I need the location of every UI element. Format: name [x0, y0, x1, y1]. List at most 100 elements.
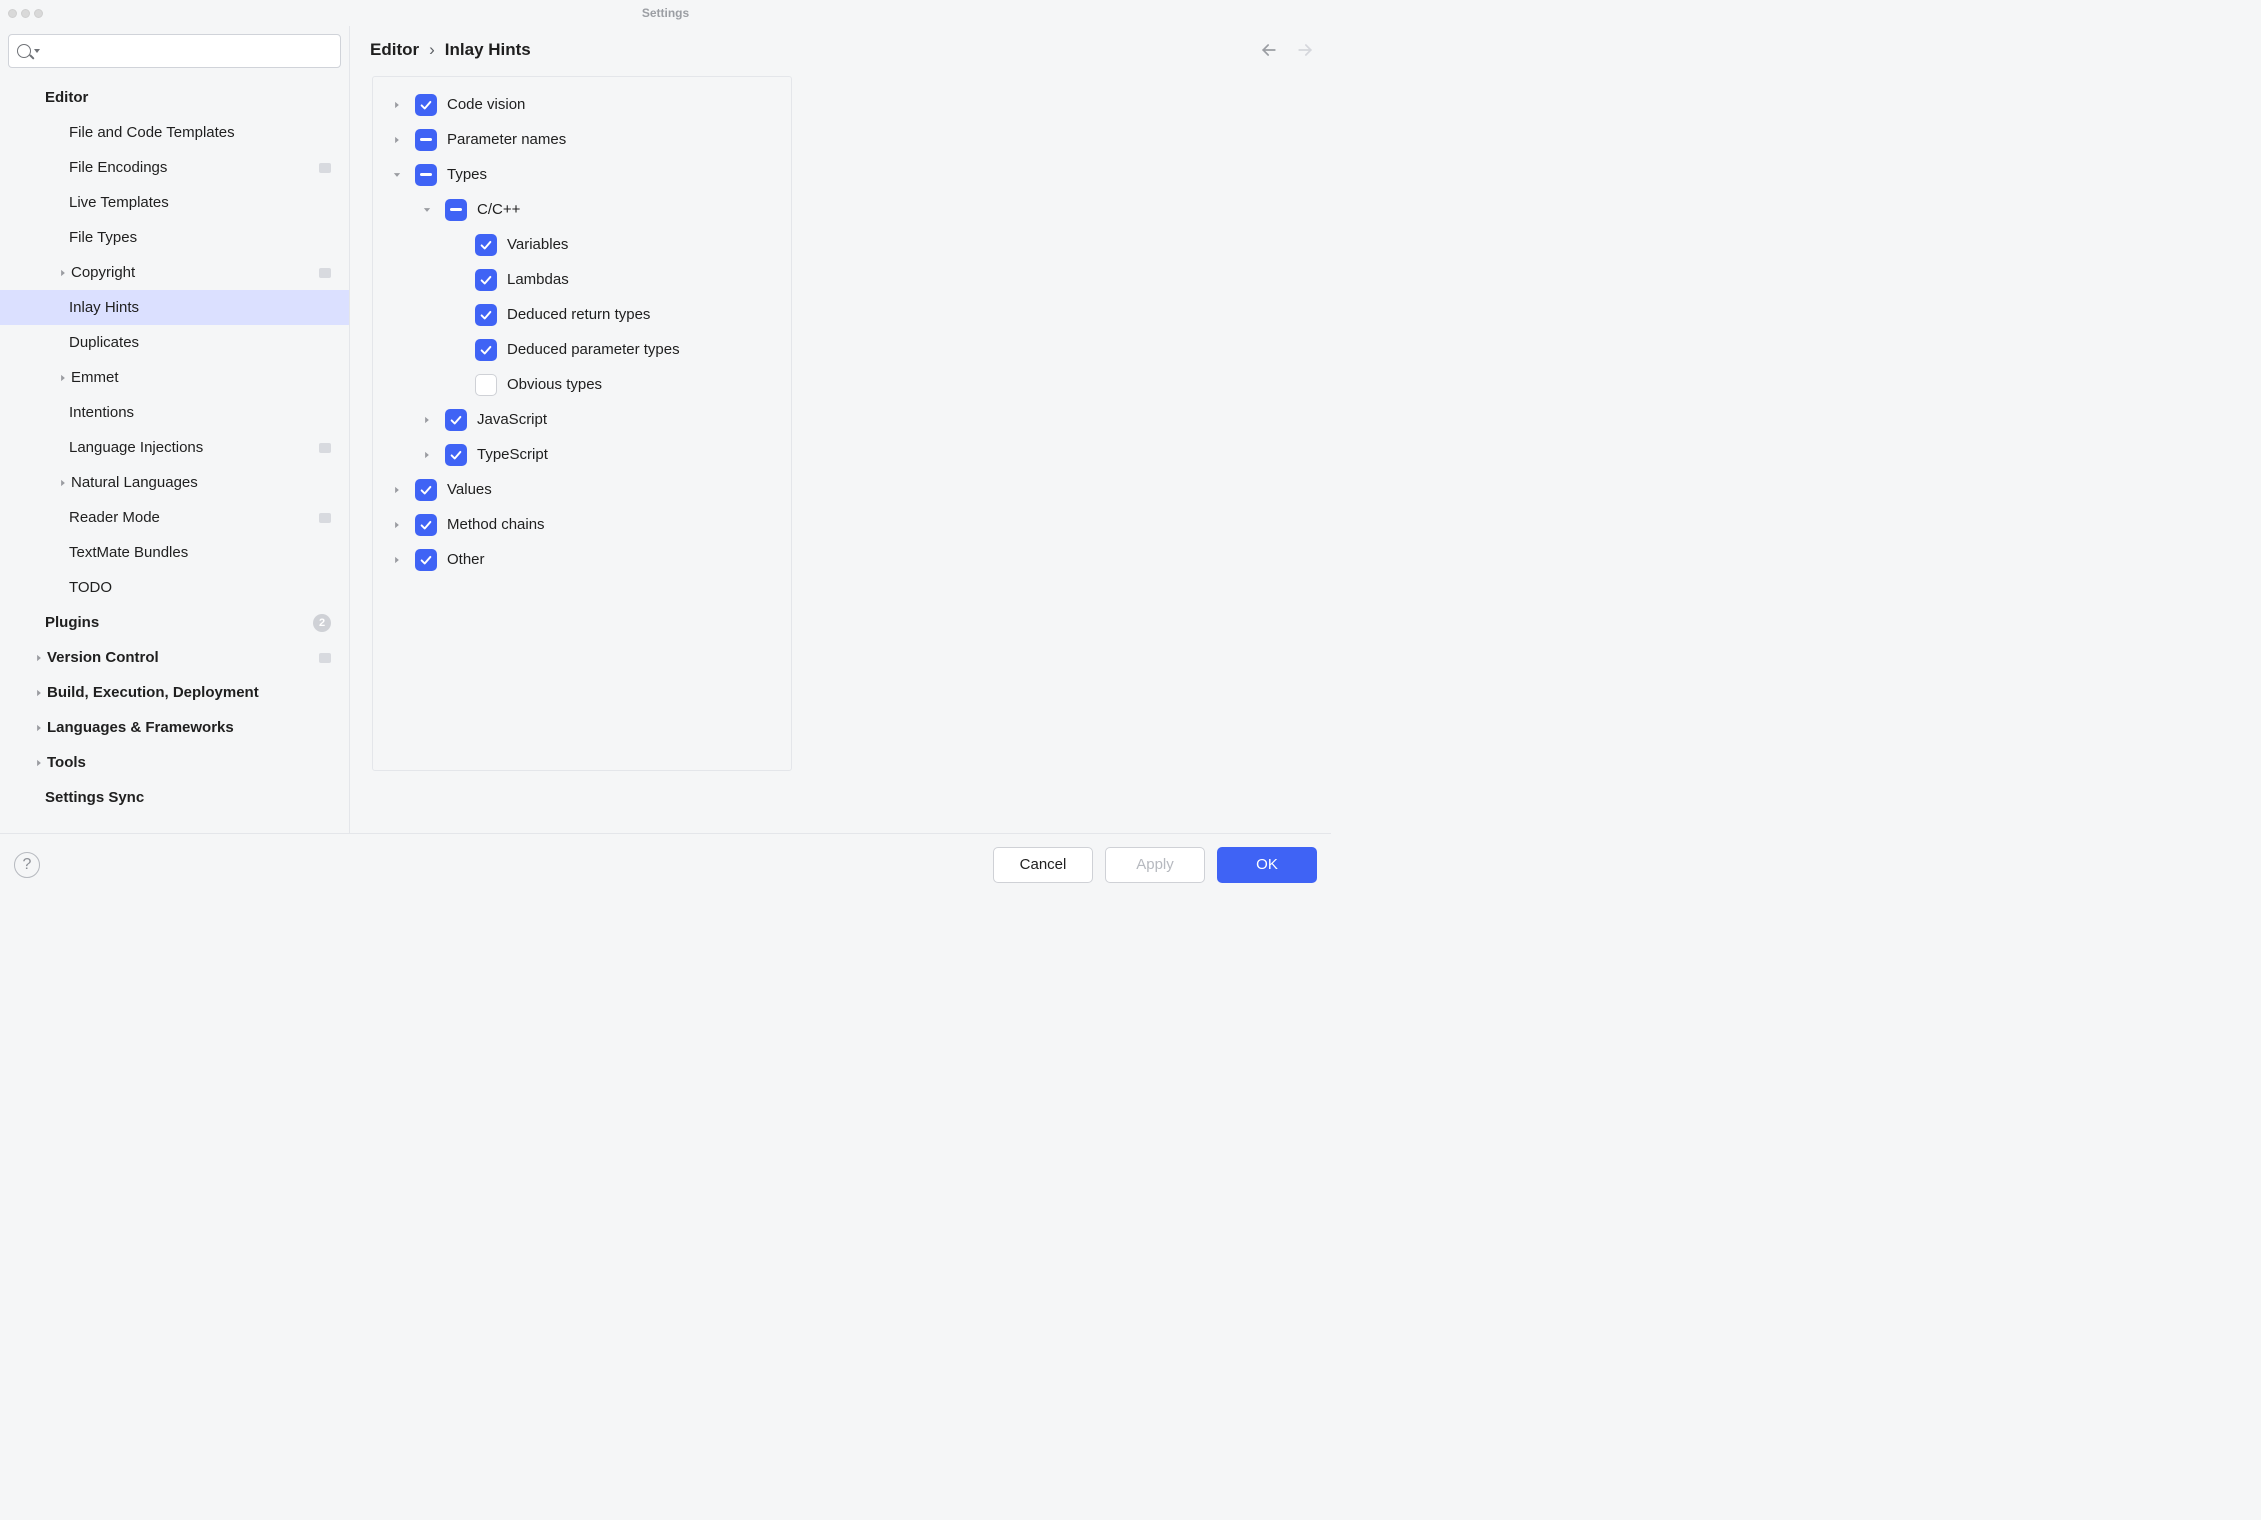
expand-icon[interactable]	[55, 478, 71, 488]
sidebar-item-file-types[interactable]: File Types	[0, 220, 349, 255]
checkbox[interactable]	[415, 514, 437, 536]
expand-icon[interactable]	[419, 450, 435, 460]
hint-row-typescript[interactable]: TypeScript	[387, 437, 777, 472]
checkbox[interactable]	[475, 374, 497, 396]
sidebar-item-label: Languages & Frameworks	[47, 719, 331, 736]
expand-icon[interactable]	[31, 653, 47, 663]
help-button[interactable]: ?	[14, 852, 40, 878]
sidebar-item-duplicates[interactable]: Duplicates	[0, 325, 349, 360]
sidebar-item-tools[interactable]: Tools	[0, 745, 349, 780]
expand-icon[interactable]	[389, 170, 405, 180]
breadcrumb-parent[interactable]: Editor	[370, 40, 419, 60]
hint-row-lambdas[interactable]: Lambdas	[387, 262, 777, 297]
hint-row-types[interactable]: Types	[387, 157, 777, 192]
sidebar-item-label: Build, Execution, Deployment	[47, 684, 331, 701]
sidebar-item-label: Inlay Hints	[69, 299, 331, 316]
expand-icon[interactable]	[55, 373, 71, 383]
expand-icon[interactable]	[389, 135, 405, 145]
hint-row-c-c[interactable]: C/C++	[387, 192, 777, 227]
checkbox[interactable]	[445, 199, 467, 221]
expand-icon[interactable]	[389, 100, 405, 110]
traffic-light-minimize[interactable]	[21, 9, 30, 18]
sidebar-item-emmet[interactable]: Emmet	[0, 360, 349, 395]
hint-row-code-vision[interactable]: Code vision	[387, 87, 777, 122]
hint-row-method-chains[interactable]: Method chains	[387, 507, 777, 542]
hint-row-values[interactable]: Values	[387, 472, 777, 507]
hint-row-deduced-return-types[interactable]: Deduced return types	[387, 297, 777, 332]
ok-button[interactable]: OK	[1217, 847, 1317, 883]
checkbox[interactable]	[415, 129, 437, 151]
checkbox[interactable]	[475, 304, 497, 326]
checkbox[interactable]	[445, 444, 467, 466]
sidebar-item-settings-sync[interactable]: Settings Sync	[0, 780, 349, 815]
nav-forward-button	[1295, 40, 1315, 60]
sidebar-item-build-execution-deployment[interactable]: Build, Execution, Deployment	[0, 675, 349, 710]
nav-back-button[interactable]	[1259, 40, 1279, 60]
sidebar-item-label: Plugins	[45, 614, 313, 631]
hint-label: C/C++	[477, 201, 520, 218]
checkbox[interactable]	[415, 94, 437, 116]
title-bar: Settings	[0, 0, 1331, 26]
sidebar-item-intentions[interactable]: Intentions	[0, 395, 349, 430]
hint-row-parameter-names[interactable]: Parameter names	[387, 122, 777, 157]
sidebar-item-languages-frameworks[interactable]: Languages & Frameworks	[0, 710, 349, 745]
search-scope-caret-icon[interactable]	[34, 49, 40, 53]
hint-row-javascript[interactable]: JavaScript	[387, 402, 777, 437]
expand-icon[interactable]	[419, 205, 435, 215]
sidebar-item-version-control[interactable]: Version Control	[0, 640, 349, 675]
expand-icon[interactable]	[419, 415, 435, 425]
hint-label: Lambdas	[507, 271, 569, 288]
sidebar-item-textmate-bundles[interactable]: TextMate Bundles	[0, 535, 349, 570]
sidebar-item-reader-mode[interactable]: Reader Mode	[0, 500, 349, 535]
sidebar-item-copyright[interactable]: Copyright	[0, 255, 349, 290]
sidebar-item-natural-languages[interactable]: Natural Languages	[0, 465, 349, 500]
hint-row-obvious-types[interactable]: Obvious types	[387, 367, 777, 402]
expand-icon[interactable]	[389, 485, 405, 495]
sidebar-item-live-templates[interactable]: Live Templates	[0, 185, 349, 220]
inlay-hints-panel: Code vision Parameter names Types C/C++ Vari…	[372, 76, 792, 771]
sidebar-item-file-encodings[interactable]: File Encodings	[0, 150, 349, 185]
hint-label: Parameter names	[447, 131, 566, 148]
expand-icon[interactable]	[389, 555, 405, 565]
sidebar-item-todo[interactable]: TODO	[0, 570, 349, 605]
scope-marker-icon	[319, 268, 331, 278]
checkbox[interactable]	[415, 164, 437, 186]
sidebar-item-label: Language Injections	[69, 439, 319, 456]
expand-icon[interactable]	[55, 268, 71, 278]
sidebar-item-label: File Encodings	[69, 159, 319, 176]
settings-content: Editor › Inlay Hints Code visionParamete…	[350, 26, 1331, 833]
expand-icon[interactable]	[389, 520, 405, 530]
checkbox[interactable]	[445, 409, 467, 431]
checkbox[interactable]	[415, 549, 437, 571]
search-input[interactable]	[44, 43, 332, 59]
sidebar-item-label: Natural Languages	[71, 474, 331, 491]
sidebar-item-inlay-hints[interactable]: Inlay Hints	[0, 290, 349, 325]
sidebar-item-language-injections[interactable]: Language Injections	[0, 430, 349, 465]
traffic-light-zoom[interactable]	[34, 9, 43, 18]
scope-marker-icon	[319, 513, 331, 523]
traffic-light-close[interactable]	[8, 9, 17, 18]
sidebar-item-label: Reader Mode	[69, 509, 319, 526]
expand-icon[interactable]	[31, 758, 47, 768]
cancel-button[interactable]: Cancel	[993, 847, 1093, 883]
sidebar-item-file-and-code-templates[interactable]: File and Code Templates	[0, 115, 349, 150]
breadcrumb-separator: ›	[429, 40, 435, 60]
checkbox[interactable]	[415, 479, 437, 501]
expand-icon[interactable]	[31, 723, 47, 733]
hint-row-variables[interactable]: Variables	[387, 227, 777, 262]
scope-marker-icon	[319, 163, 331, 173]
expand-icon[interactable]	[31, 688, 47, 698]
checkbox[interactable]	[475, 269, 497, 291]
hint-label: Other	[447, 551, 485, 568]
checkbox[interactable]	[475, 234, 497, 256]
sidebar-item-editor[interactable]: Editor	[0, 80, 349, 115]
scope-marker-icon	[319, 653, 331, 663]
hint-row-other[interactable]: Other	[387, 542, 777, 577]
sidebar-item-plugins[interactable]: Plugins2	[0, 605, 349, 640]
hint-label: Method chains	[447, 516, 545, 533]
settings-search[interactable]	[8, 34, 341, 68]
hint-row-deduced-parameter-types[interactable]: Deduced parameter types	[387, 332, 777, 367]
hint-label: Deduced return types	[507, 306, 650, 323]
checkbox[interactable]	[475, 339, 497, 361]
sidebar-item-label: File Types	[69, 229, 331, 246]
